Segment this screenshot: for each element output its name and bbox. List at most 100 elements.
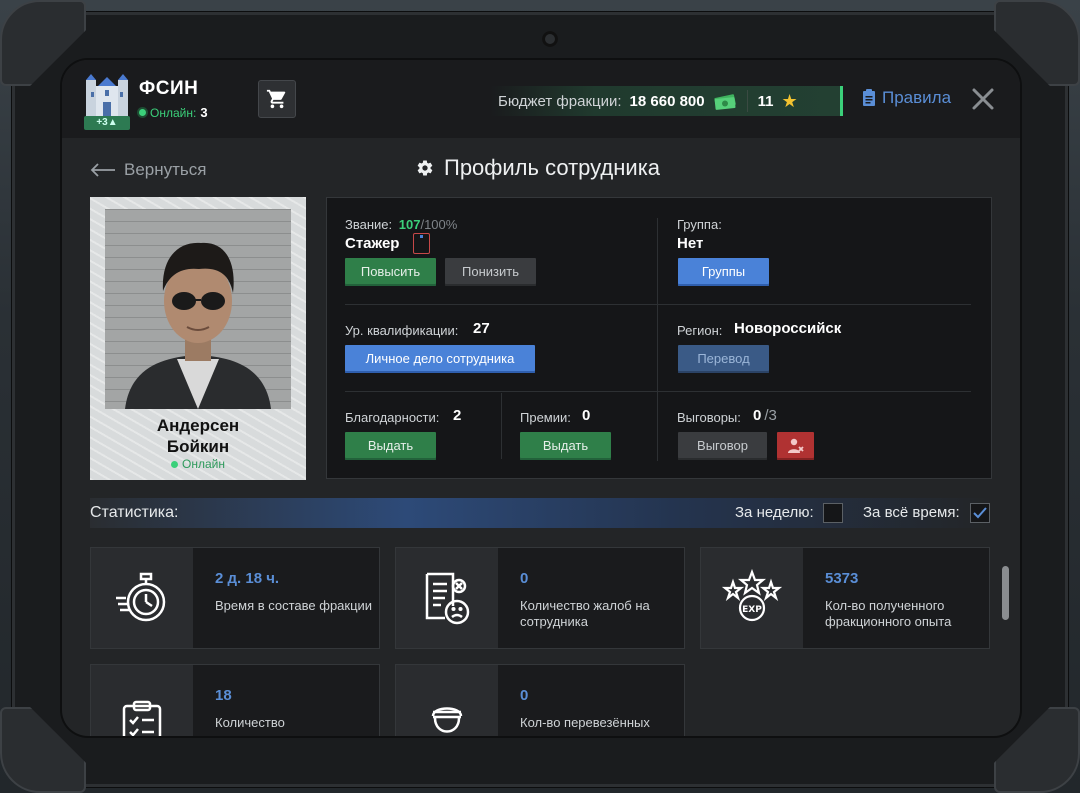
stat-card-complaints: 0 Количество жалоб на сотрудника (395, 547, 685, 649)
groups-button[interactable]: Группы (678, 258, 769, 286)
shop-button[interactable] (258, 80, 296, 118)
transfer-button[interactable]: Перевод (678, 345, 769, 373)
arrow-left-icon (90, 163, 115, 177)
employee-first-name: Андерсен (156, 416, 240, 435)
bonus-label: Премии: (520, 410, 571, 425)
close-icon (972, 88, 994, 110)
stat-card-time: 2 д. 18 ч. Время в составе фракции (90, 547, 380, 649)
rank-insignia-icon (413, 233, 430, 254)
demote-button[interactable]: Понизить (445, 258, 536, 286)
stat-icon-box (396, 548, 498, 648)
stat-description: Кол-во перевезённых (520, 715, 650, 730)
employee-name: Андерсен Бойкин (90, 415, 306, 457)
complaint-document-icon (425, 572, 470, 625)
divider (657, 218, 658, 461)
bonus-give-button[interactable]: Выдать (520, 432, 611, 460)
stat-description: Кол-во полученного фракционного опыта (825, 598, 952, 629)
check-icon (973, 507, 987, 519)
week-filter-checkbox[interactable] (823, 503, 843, 523)
rank-label: Звание: (345, 217, 393, 232)
divider (345, 304, 971, 305)
star-icon: ★ (781, 90, 798, 111)
stat-value: 18 (215, 687, 232, 704)
employee-info-panel: Звание: 107/100% Стажер Повысить Понизит… (326, 197, 992, 479)
employee-mugshot (105, 209, 291, 409)
faction-logo: +3▲ (84, 74, 130, 130)
stat-icon-box: EXP (701, 548, 803, 648)
region-label: Регион: (677, 323, 723, 338)
clipboard-icon (863, 89, 875, 106)
alltime-filter-label: За всё время: (863, 504, 960, 521)
prisoner-icon (431, 707, 463, 733)
stars-value: 11 (757, 92, 774, 110)
exp-stars-icon: EXP (721, 568, 783, 622)
budget-separator (746, 90, 748, 112)
reprimand-value: 0 (753, 407, 762, 424)
checklist-icon (122, 700, 162, 736)
alltime-filter-checkbox[interactable] (970, 503, 990, 523)
svg-text:EXP: EXP (742, 605, 762, 615)
faction-budget: Бюджет фракции: 18 660 800 11 ★ (490, 86, 843, 116)
online-label: Онлайн: (150, 105, 197, 120)
back-button[interactable]: Вернуться (90, 160, 207, 180)
stat-value: 5373 (825, 570, 859, 587)
online-indicator: Онлайн: 3 (139, 105, 208, 120)
employee-status: Онлайн (90, 457, 306, 471)
qual-label: Ур. квалификации: (345, 323, 459, 338)
rules-link[interactable]: Правила (862, 88, 951, 108)
reprimand-button[interactable]: Выговор (678, 432, 767, 460)
group-value: Нет (677, 235, 704, 252)
scrollbar-thumb[interactable] (1002, 566, 1009, 620)
stat-card-tasks: 18 Количество (90, 664, 380, 736)
statistics-title: Статистика: (90, 504, 179, 521)
group-label: Группа: (677, 217, 722, 232)
stat-value: 0 (520, 687, 529, 704)
remove-reprimand-button[interactable] (777, 432, 814, 460)
stat-description: Количество (215, 715, 285, 730)
personal-file-button[interactable]: Личное дело сотрудника (345, 345, 535, 373)
rank-label-row: Звание: 107/100% (345, 217, 457, 232)
app-header: +3▲ ФСИН Онлайн: 3 Бюджет фракции: 18 66… (62, 60, 1020, 138)
back-label: Вернуться (124, 160, 207, 179)
page-title-text: Профиль сотрудника (444, 155, 661, 180)
close-button[interactable] (970, 86, 996, 112)
divider (501, 393, 502, 459)
castle-icon (86, 74, 128, 116)
rank-progress-max: /100% (420, 217, 458, 232)
stat-value: 0 (520, 570, 529, 587)
thanks-give-button[interactable]: Выдать (345, 432, 436, 460)
faction-level-badge: +3▲ (84, 116, 130, 130)
thanks-label: Благодарности: (345, 410, 440, 425)
stat-icon-box (396, 665, 498, 736)
rank-value: Стажер (345, 235, 400, 252)
page-title: Профиль сотрудника (416, 155, 660, 181)
employee-status-text: Онлайн (182, 457, 225, 471)
rules-label: Правила (882, 88, 952, 107)
employee-last-name: Бойкин (166, 437, 230, 456)
camera-icon (542, 31, 558, 47)
reprimand-label: Выговоры: (677, 410, 741, 425)
statistics-header: Статистика: За неделю: За всё время: (90, 498, 992, 528)
money-icon (713, 94, 736, 110)
reprimand-max: /3 (764, 407, 777, 424)
gear-icon (417, 160, 433, 176)
faction-name: ФСИН (139, 78, 199, 99)
rank-progress: 107 (398, 217, 421, 232)
reprimand-value-row: 0/3 (753, 407, 777, 424)
employee-photo-card: Андерсен Бойкин Онлайн (90, 197, 306, 480)
online-dot-icon (171, 460, 179, 468)
employee-portrait (125, 242, 271, 409)
stat-icon-box (91, 665, 193, 736)
week-filter-label: За неделю: (735, 504, 814, 521)
stat-value: 2 д. 18 ч. (215, 570, 280, 587)
stat-description: Время в составе фракции (215, 598, 373, 613)
qual-value: 27 (473, 320, 490, 337)
budget-label: Бюджет фракции: (498, 92, 622, 110)
user-remove-icon (787, 438, 804, 453)
online-dot-icon (139, 109, 146, 116)
region-value: Новороссийск (734, 320, 842, 337)
stat-card-experience: EXP 5373 Кол-во полученного фракционного… (700, 547, 990, 649)
stat-icon-box (91, 548, 193, 648)
stopwatch-icon (116, 572, 166, 622)
promote-button[interactable]: Повысить (345, 258, 436, 286)
